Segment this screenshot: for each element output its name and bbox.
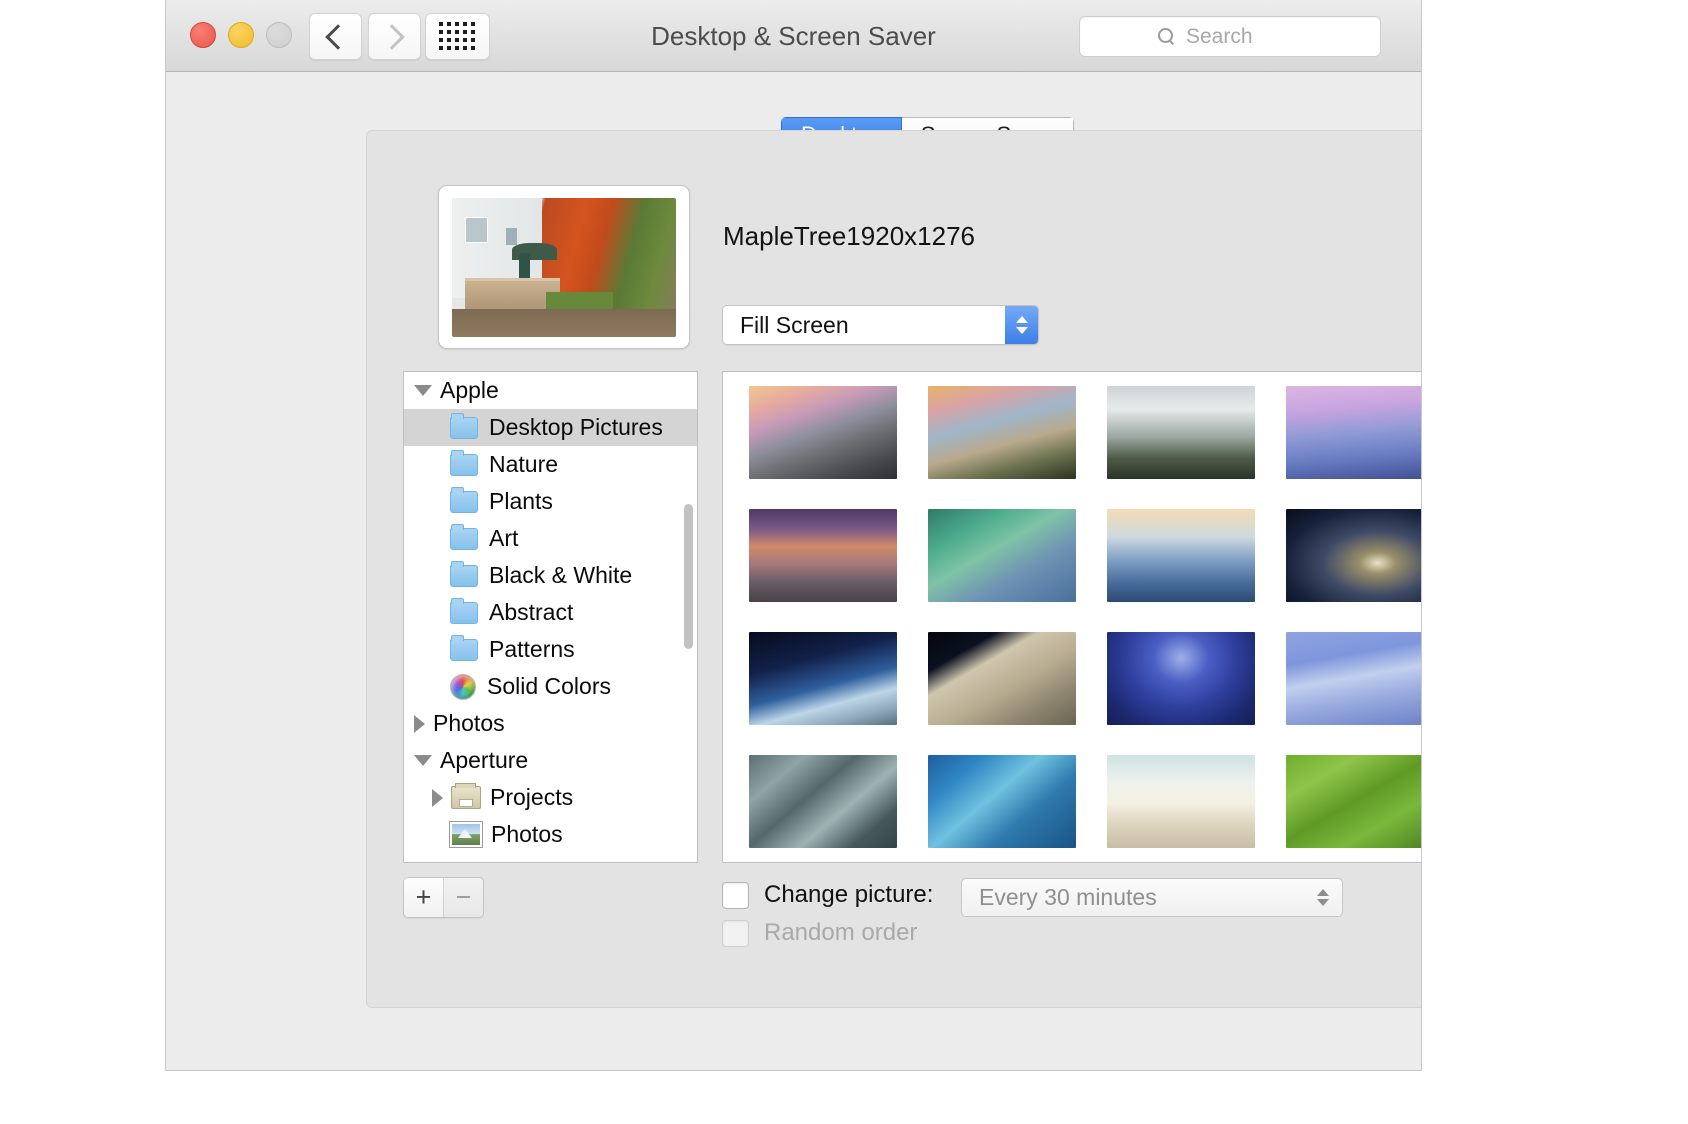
- search-icon: [1158, 28, 1175, 45]
- change-picture-label: Change picture:: [764, 881, 934, 908]
- wallpaper-thumbnail[interactable]: [1107, 632, 1255, 725]
- folder-icon: [450, 449, 478, 476]
- photo-icon: [449, 821, 483, 848]
- sidebar-item-black-and-white[interactable]: Black & White: [404, 557, 697, 594]
- wallpaper-thumbnail[interactable]: [749, 755, 897, 848]
- change-picture-row: Change picture:: [722, 881, 933, 909]
- desktop-preview-image: [452, 197, 676, 337]
- wallpaper-thumbnail[interactable]: [1107, 755, 1255, 848]
- sidebar-item-label: Projects: [490, 784, 574, 810]
- sidebar-group-photos[interactable]: Photos: [404, 705, 697, 742]
- wallpaper-thumbnail[interactable]: [749, 509, 897, 602]
- add-remove-buttons: + −: [403, 877, 484, 918]
- source-list-scrollbar[interactable]: [684, 504, 693, 649]
- wallpaper-thumbnail[interactable]: [749, 632, 897, 725]
- sidebar-item-nature[interactable]: Nature: [404, 446, 697, 483]
- sidebar-group-aperture[interactable]: Aperture: [404, 742, 697, 779]
- sidebar-item-label: Nature: [489, 451, 559, 477]
- search-field[interactable]: [1079, 16, 1381, 57]
- wallpaper-thumbnail[interactable]: [928, 755, 1076, 848]
- projects-icon: [451, 783, 481, 809]
- desktop-preview-well[interactable]: [438, 185, 690, 349]
- sidebar-item-label: Patterns: [489, 636, 575, 662]
- sidebar-item-label: Solid Colors: [487, 673, 611, 699]
- wallpaper-thumbnail[interactable]: [928, 386, 1076, 479]
- folder-icon: [450, 523, 478, 550]
- add-folder-button[interactable]: +: [404, 878, 443, 917]
- sidebar-group-label: Aperture: [440, 747, 529, 773]
- wallpaper-thumbnail[interactable]: [1286, 755, 1421, 848]
- sidebar-group-label: Photos: [433, 710, 505, 736]
- sidebar-item-plants[interactable]: Plants: [404, 483, 697, 520]
- remove-folder-button[interactable]: −: [443, 878, 483, 917]
- wallpaper-thumbnail[interactable]: [1286, 509, 1421, 602]
- wallpaper-thumbnail[interactable]: [928, 632, 1076, 725]
- sidebar-group-label: Apple: [440, 377, 499, 403]
- current-wallpaper-name: MapleTree1920x1276: [723, 221, 975, 251]
- source-list[interactable]: Apple Desktop Pictures Nature Plants Art…: [403, 371, 698, 863]
- sidebar-item-art[interactable]: Art: [404, 520, 697, 557]
- popup-stepper-icon[interactable]: [1005, 306, 1038, 344]
- wallpaper-thumbnail[interactable]: [1286, 632, 1421, 725]
- sidebar-group-apple[interactable]: Apple: [404, 372, 697, 409]
- change-picture-checkbox[interactable]: [722, 881, 749, 909]
- color-wheel-icon: [450, 673, 476, 700]
- change-interval-popup-button[interactable]: Every 30 minutes: [961, 878, 1343, 917]
- change-interval-value: Every 30 minutes: [979, 884, 1157, 910]
- window-titlebar: Desktop & Screen Saver: [166, 0, 1421, 72]
- random-order-label: Random order: [764, 919, 918, 946]
- search-input[interactable]: [1184, 23, 1338, 50]
- random-order-checkbox[interactable]: [722, 919, 749, 947]
- chevron-updown-icon: [1317, 889, 1329, 906]
- fit-mode-popup-button[interactable]: Fill Screen: [722, 305, 1039, 345]
- sidebar-item-abstract[interactable]: Abstract: [404, 594, 697, 631]
- sidebar-item-label: Art: [489, 525, 519, 551]
- wallpaper-thumbnail[interactable]: [1107, 509, 1255, 602]
- folder-icon: [450, 560, 478, 587]
- fit-mode-value: Fill Screen: [723, 306, 1005, 344]
- disclosure-triangle-closed-icon[interactable]: [432, 788, 443, 807]
- sidebar-item-patterns[interactable]: Patterns: [404, 631, 697, 668]
- wallpaper-thumbnail[interactable]: [928, 509, 1076, 602]
- random-order-row: Random order: [722, 919, 917, 947]
- sidebar-item-solid-colors[interactable]: Solid Colors: [404, 668, 697, 705]
- sidebar-item-aperture-photos[interactable]: Photos: [404, 816, 697, 853]
- sidebar-item-label: Photos: [491, 821, 563, 847]
- sidebar-item-label: Desktop Pictures: [489, 414, 663, 440]
- preferences-window: Desktop & Screen Saver Desktop Screen Sa…: [165, 0, 1422, 1071]
- wallpaper-thumbnail[interactable]: [1286, 386, 1421, 479]
- wallpaper-thumbnail[interactable]: [1107, 386, 1255, 479]
- folder-icon: [450, 634, 478, 661]
- sidebar-item-label: Plants: [489, 488, 553, 514]
- disclosure-triangle-closed-icon[interactable]: [414, 714, 425, 733]
- folder-icon: [450, 597, 478, 624]
- sidebar-item-desktop-pictures[interactable]: Desktop Pictures: [404, 409, 697, 446]
- disclosure-triangle-open-icon[interactable]: [414, 755, 432, 766]
- wallpaper-thumbnail[interactable]: [749, 386, 897, 479]
- folder-icon: [450, 412, 478, 439]
- disclosure-triangle-open-icon[interactable]: [414, 385, 432, 396]
- folder-icon: [450, 486, 478, 513]
- wallpaper-grid: [749, 386, 1421, 862]
- wallpaper-grid-pane[interactable]: [722, 371, 1421, 863]
- sidebar-item-label: Black & White: [489, 562, 633, 588]
- sidebar-item-projects[interactable]: Projects: [404, 779, 697, 816]
- sidebar-item-label: Abstract: [489, 599, 574, 625]
